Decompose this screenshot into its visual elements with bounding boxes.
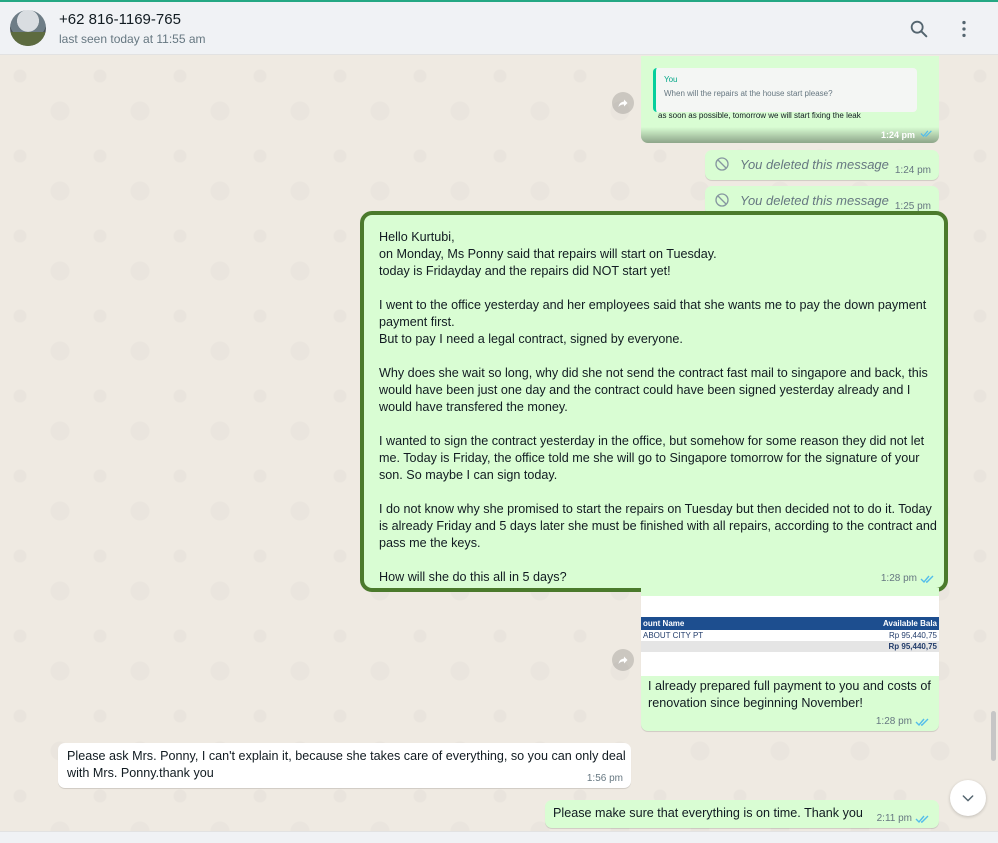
chat-scrollbar[interactable] <box>991 711 996 761</box>
table-cell: ABOUT CITY PT <box>643 631 704 640</box>
table-cell: Rp 95,440,75 <box>888 631 937 640</box>
forward-icon <box>618 656 628 664</box>
bank-statement-image[interactable]: ount Name Available Bala ABOUT CITY PT R… <box>641 596 939 676</box>
message-text: Please ask Mrs. Ponny, I can't explain i… <box>67 749 626 780</box>
quoted-message-preview[interactable]: You When will the repairs at the house s… <box>653 68 917 112</box>
deleted-message-text: You deleted this message <box>740 193 889 208</box>
forward-button[interactable] <box>612 649 634 671</box>
outgoing-message-bubble[interactable]: Please make sure that everything is on t… <box>545 800 939 828</box>
deleted-ban-icon <box>715 157 729 171</box>
composer-bar <box>0 831 998 843</box>
table-header: Available Bala <box>801 617 939 630</box>
contact-name[interactable]: +62 816-1169-765 <box>59 11 181 28</box>
chevron-down-icon <box>962 795 974 802</box>
contact-avatar[interactable] <box>10 10 46 46</box>
chat-header: +62 816-1169-765 last seen today at 11:5… <box>0 0 998 55</box>
highlight-border <box>360 211 948 592</box>
deleted-message-text: You deleted this message <box>740 157 889 172</box>
message-time: 1:28 pm <box>875 716 912 727</box>
quote-reply-text: as soon as possible, tomorrow we will st… <box>658 111 861 120</box>
table-cell: Rp 95,440,75 <box>801 641 939 652</box>
quote-author: You <box>664 75 678 84</box>
contact-last-seen: last seen today at 11:55 am <box>59 32 206 46</box>
message-time: 1:24 pm <box>880 130 915 140</box>
table-header: ount Name <box>641 617 801 630</box>
message-time: 1:56 pm <box>586 773 623 784</box>
menu-dots-icon[interactable] <box>953 18 975 40</box>
incoming-message-bubble[interactable]: Please ask Mrs. Ponny, I can't explain i… <box>58 743 631 788</box>
message-time: 1:24 pm <box>894 165 931 176</box>
read-ticks-icon <box>915 718 929 726</box>
read-ticks-icon <box>920 130 932 138</box>
deleted-ban-icon <box>715 193 729 207</box>
image-caption: I already prepared full payment to you a… <box>648 679 931 710</box>
forward-button[interactable] <box>612 92 634 114</box>
scroll-to-bottom-button[interactable] <box>950 780 986 816</box>
quoted-message-bubble[interactable]: You When will the repairs at the house s… <box>641 56 939 143</box>
quote-text: When will the repairs at the house start… <box>664 89 833 98</box>
message-text: Please make sure that everything is on t… <box>553 806 863 820</box>
balance-table: ount Name Available Bala ABOUT CITY PT R… <box>641 617 939 652</box>
chat-area[interactable]: You When will the repairs at the house s… <box>0 56 998 831</box>
read-ticks-icon <box>915 815 929 823</box>
message-time: 2:11 pm <box>876 813 912 824</box>
table-cell <box>641 641 801 652</box>
deleted-message[interactable]: You deleted this message 1:24 pm <box>705 150 939 180</box>
search-icon[interactable] <box>908 18 930 40</box>
image-message-bubble[interactable]: ount Name Available Bala ABOUT CITY PT R… <box>641 588 939 731</box>
forward-icon <box>618 99 628 107</box>
